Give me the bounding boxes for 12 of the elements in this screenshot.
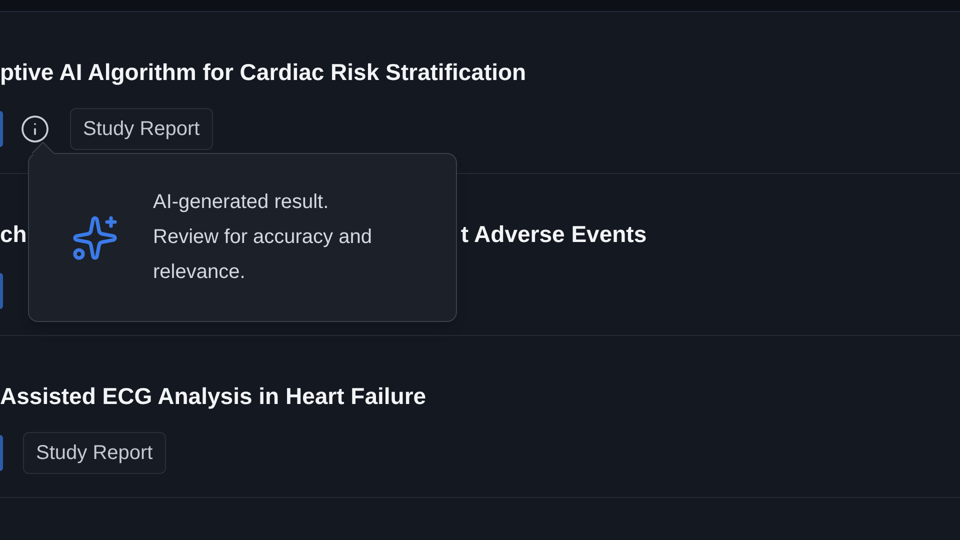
info-icon[interactable] bbox=[20, 114, 50, 144]
sparkle-icon bbox=[71, 214, 119, 262]
marker-edge bbox=[0, 273, 3, 309]
tooltip-message: AI-generated result. Review for accuracy and relevance. bbox=[153, 190, 373, 285]
marker-edge bbox=[0, 435, 3, 471]
study-report-tag[interactable]: Study Report bbox=[23, 432, 166, 474]
result-title: ch bbox=[0, 220, 27, 249]
marker-edge bbox=[0, 111, 3, 147]
result-title: t Adverse Events bbox=[460, 220, 647, 249]
result-title: ptive AI Algorithm for Cardiac Risk Stratification bbox=[0, 58, 526, 87]
result-title: Assisted ECG Analysis in Heart Failure bbox=[0, 382, 426, 411]
study-report-tag[interactable]: Study Report bbox=[70, 108, 213, 150]
